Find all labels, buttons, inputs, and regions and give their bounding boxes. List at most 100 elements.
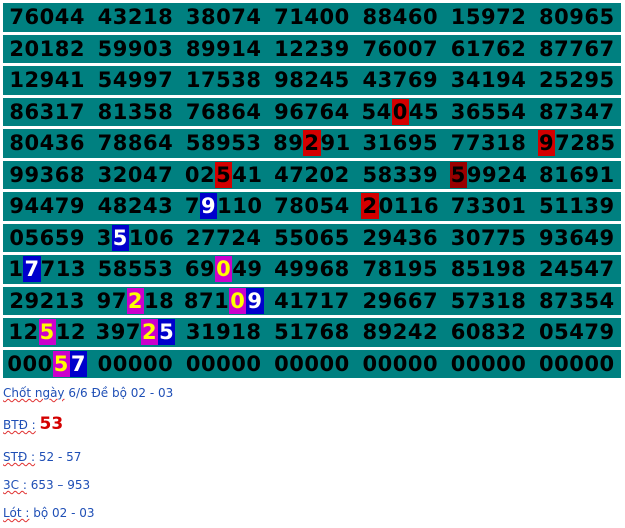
digit: 9: [569, 5, 585, 30]
grid-row: 20182599038991412239760076176287767: [3, 34, 621, 66]
digit: 4: [232, 162, 248, 187]
number-cell: 05479: [533, 318, 621, 347]
number-cell: 86317: [3, 98, 91, 127]
digit: 7: [362, 257, 378, 282]
number-cell: 76864: [180, 98, 268, 127]
digit: 0: [377, 351, 393, 376]
digit: 0: [7, 351, 23, 376]
note-chot-text: 6/6 Đề bộ 02 - 03: [64, 386, 174, 400]
digit: 5: [599, 5, 615, 30]
digit: 9: [407, 131, 423, 156]
digit: 8: [246, 320, 262, 345]
number-cell: 89242: [356, 318, 444, 347]
digit: 6: [289, 99, 305, 124]
digit: 1: [554, 162, 570, 187]
digit: 0: [539, 320, 555, 345]
highlighted-digit: 5: [449, 161, 467, 188]
digit: 0: [142, 36, 159, 61]
note-chot-label: Chốt ngày: [3, 386, 65, 400]
digit: 6: [24, 5, 40, 30]
digit: 8: [185, 36, 202, 61]
number-cell: 29436: [356, 224, 444, 253]
digit: 1: [247, 162, 263, 187]
digit: 9: [288, 131, 304, 156]
number-cell: 34194: [444, 66, 532, 95]
digit: 5: [97, 257, 113, 282]
digit: 1: [496, 131, 512, 156]
digit: 2: [304, 68, 320, 93]
digit: 8: [159, 288, 175, 313]
digit: 8: [450, 257, 466, 282]
digit: 6: [392, 288, 408, 313]
number-cell: 61762: [444, 35, 532, 64]
grid-row: 12941549971753898245437693419425295: [3, 66, 621, 98]
number-cell: 80436: [3, 129, 91, 158]
digit: 5: [584, 288, 600, 313]
digit: 0: [554, 351, 570, 376]
digit: 7: [9, 5, 25, 30]
number-cell: 43769: [356, 66, 444, 95]
digit: 5: [231, 131, 247, 156]
digit: 8: [539, 288, 555, 313]
digit: 9: [142, 68, 159, 93]
number-cell: 00000: [91, 350, 179, 379]
digit: 6: [423, 194, 440, 219]
number-cell: 24547: [533, 255, 621, 284]
number-cell: 59924: [444, 161, 532, 190]
digit: 7: [54, 194, 70, 219]
number-cell: 29213: [3, 287, 91, 316]
digit: 6: [392, 131, 408, 156]
number-cell: 97218: [91, 287, 179, 316]
digit: 7: [496, 5, 512, 30]
highlighted-digit: 0: [215, 256, 233, 283]
digit: 6: [584, 36, 600, 61]
digit: 4: [246, 36, 262, 61]
digit: 5: [97, 36, 113, 61]
digit: 7: [185, 99, 202, 124]
digit: 4: [274, 257, 290, 282]
digit: 4: [142, 194, 159, 219]
highlighted-digit: 2: [303, 130, 321, 157]
number-cell: 00000: [356, 350, 444, 379]
number-cell: 00000: [268, 350, 356, 379]
digit: 6: [319, 257, 335, 282]
note-std-label: STĐ :: [3, 450, 36, 464]
number-cell: 29667: [356, 287, 444, 316]
digit: 2: [112, 162, 128, 187]
digit: 7: [554, 288, 570, 313]
digit: 9: [422, 162, 439, 187]
digit: 0: [511, 351, 527, 376]
digit: 6: [39, 225, 55, 250]
digit: 2: [9, 288, 25, 313]
digit: 7: [111, 288, 127, 313]
digit: 7: [599, 99, 615, 124]
digit: 5: [422, 257, 439, 282]
number-cell: 58953: [180, 129, 268, 158]
digit: 0: [480, 351, 497, 376]
digit: 7: [231, 5, 247, 30]
number-cell: 20116: [356, 192, 444, 221]
digit: 1: [393, 194, 409, 219]
digit: 3: [54, 131, 70, 156]
number-cell: 73301: [444, 192, 532, 221]
digit: 4: [304, 5, 320, 30]
digit: 8: [511, 257, 527, 282]
digit: 3: [185, 5, 202, 30]
digit: 0: [407, 36, 423, 61]
digit: 9: [247, 257, 263, 282]
digit: 1: [480, 68, 497, 93]
number-cell: 93649: [533, 224, 621, 253]
digit: 9: [201, 36, 217, 61]
note-chot: Chốt ngày 6/6 Đề bộ 02 - 03: [3, 386, 173, 400]
digit: 1: [54, 99, 70, 124]
digit: 0: [158, 351, 174, 376]
digit: 1: [55, 257, 71, 282]
number-cell: 97285: [533, 129, 621, 158]
digit: 2: [127, 5, 143, 30]
digit: 3: [185, 320, 202, 345]
digit: 2: [362, 225, 378, 250]
result-grid: 7604443218380747140088460159728096520182…: [3, 3, 621, 381]
digit: 4: [54, 5, 70, 30]
digit: 2: [569, 68, 585, 93]
digit: 0: [231, 351, 247, 376]
